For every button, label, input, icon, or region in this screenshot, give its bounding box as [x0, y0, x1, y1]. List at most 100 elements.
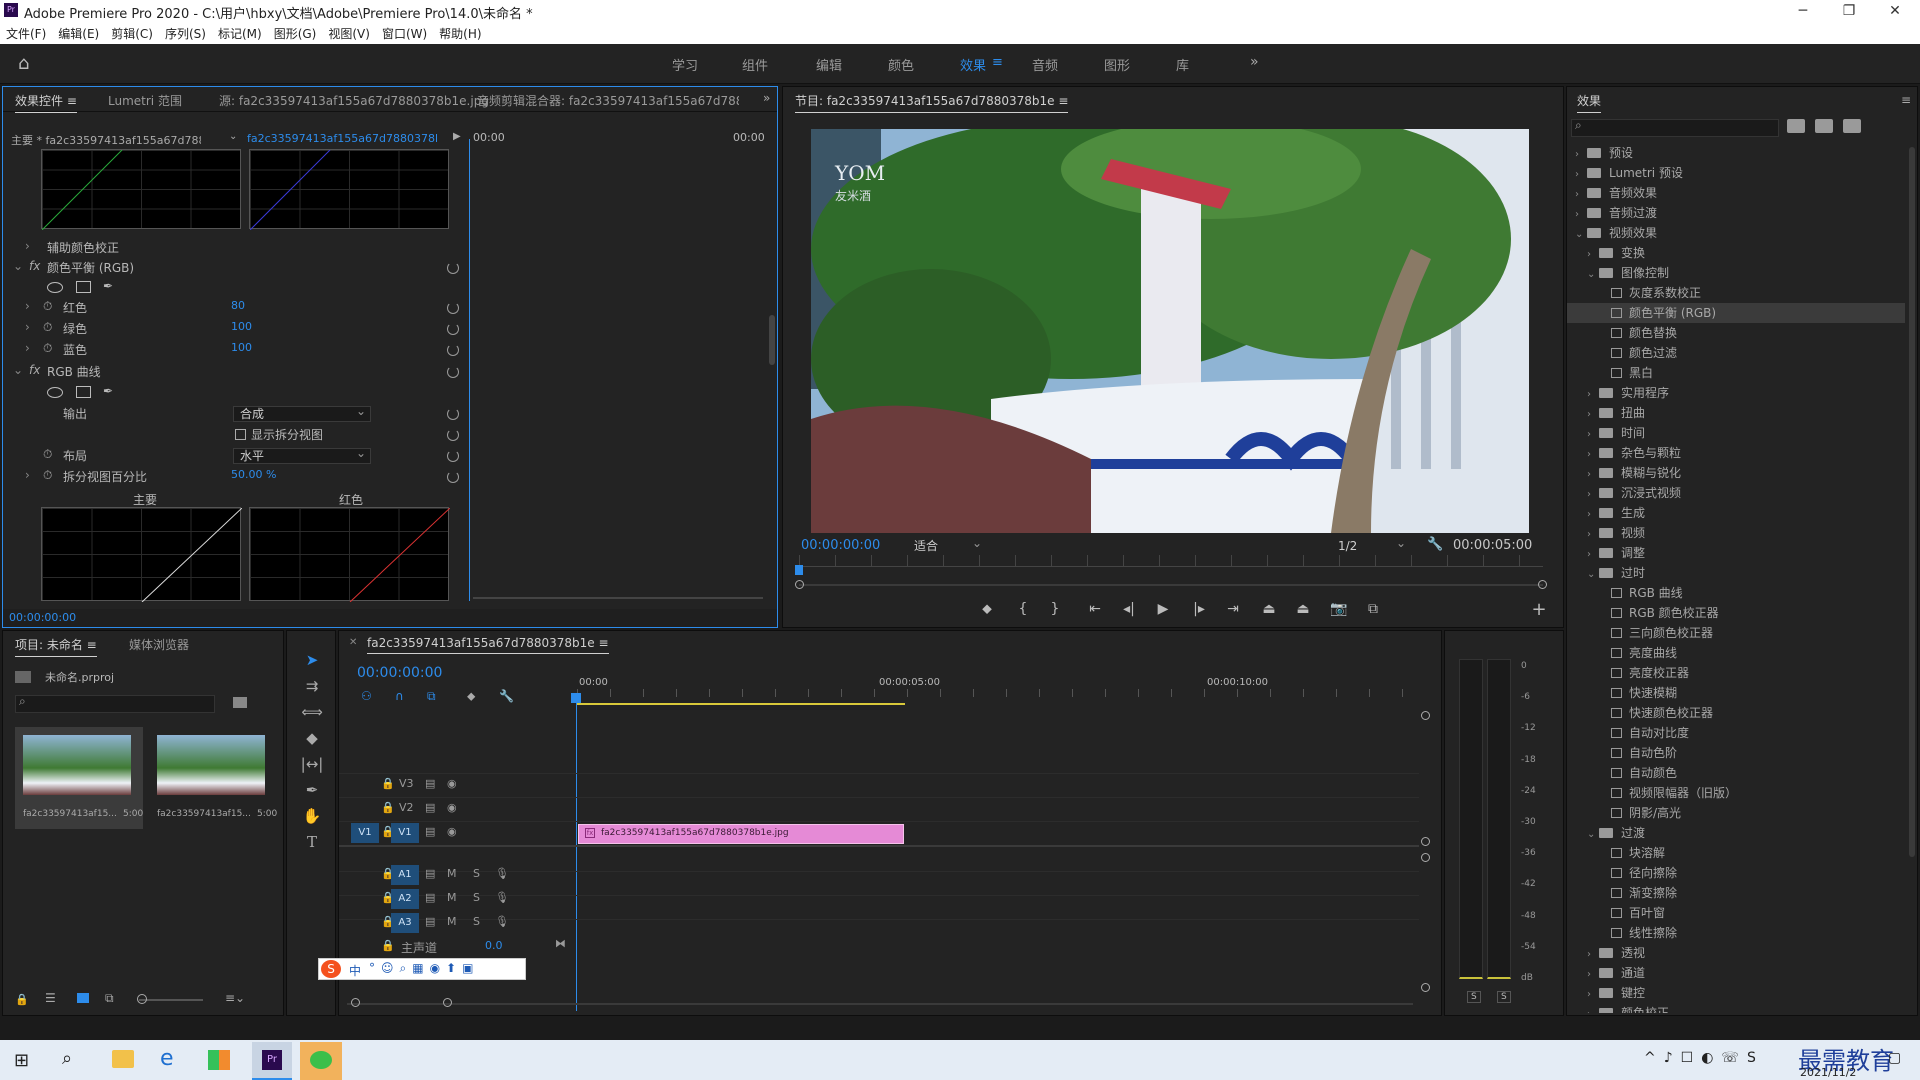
microphone-icon[interactable]: 🎙	[495, 915, 509, 928]
project-thumb-1[interactable]: fa2c33597413af15... 5:00	[15, 727, 143, 829]
windows-start-icon[interactable]: ⊞	[14, 1050, 29, 1071]
accelerated-effects-icon[interactable]	[1787, 119, 1805, 133]
microphone-icon[interactable]: 🎙	[495, 867, 509, 880]
fit-dropdown[interactable]: 适合	[907, 536, 987, 554]
effects-item[interactable]: 颜色替换	[1567, 323, 1905, 343]
linked-selection-icon[interactable]: ⧉	[427, 689, 436, 704]
effects-item[interactable]: 快速颜色校正器	[1567, 703, 1905, 723]
add-marker-icon[interactable]: ⬥	[467, 689, 475, 704]
mute-button[interactable]: M	[447, 915, 457, 928]
close-button[interactable]: ✕	[1872, 0, 1918, 22]
track-label[interactable]: V1	[391, 823, 419, 843]
effects-item[interactable]: 自动颜色	[1567, 763, 1905, 783]
vscroll-handle[interactable]	[1421, 711, 1430, 720]
reset-icon[interactable]	[447, 344, 459, 356]
wrench-icon[interactable]: 🔧	[1427, 537, 1443, 552]
master-clip-label[interactable]: 主要 * fa2c33597413af155a67d788037...	[11, 132, 201, 148]
ec-timecode[interactable]: 00:00:00:00	[9, 611, 76, 624]
search-icon[interactable]: ⌕	[62, 1048, 72, 1069]
icon-view-icon[interactable]	[77, 993, 89, 1003]
sync-lock-icon[interactable]: ▤	[425, 915, 435, 928]
vscroll-handle[interactable]	[1421, 837, 1430, 846]
notification-icon[interactable]: ▢	[1888, 1050, 1901, 1066]
go-to-edit-icon[interactable]: ⧓	[555, 937, 566, 950]
effects-folder[interactable]: › 音频效果	[1567, 183, 1905, 203]
program-title[interactable]: 节目: fa2c33597413af155a67d7880378b1e ≡	[795, 92, 1069, 113]
eye-icon[interactable]: ◉	[447, 777, 457, 790]
snap-icon[interactable]: ∩	[395, 689, 404, 703]
color-balance-effect[interactable]: ⌄ fx 颜色平衡 (RGB)	[3, 259, 473, 277]
effects-item[interactable]: RGB 曲线	[1567, 583, 1905, 603]
vscroll-handle[interactable]	[1421, 853, 1430, 862]
rgb-curves-effect[interactable]: ⌄ fx RGB 曲线	[3, 363, 473, 381]
track-select-tool-icon[interactable]: ⇉	[299, 677, 325, 699]
eye-icon[interactable]: ◉	[447, 825, 457, 838]
effects-item[interactable]: 黑白	[1567, 363, 1905, 383]
add-marker-icon[interactable]: ⬥	[975, 601, 999, 617]
extract-icon[interactable]: ⏏	[1291, 601, 1315, 617]
resolution-dropdown[interactable]: 1/2	[1331, 536, 1411, 554]
effects-item[interactable]: RGB 颜色校正器	[1567, 603, 1905, 623]
workspace-tab[interactable]: 音频	[1032, 55, 1058, 74]
effects-item[interactable]: 颜色过滤	[1567, 343, 1905, 363]
split-value[interactable]: 50.00 %	[231, 468, 276, 481]
source-patch-v1[interactable]: V1	[351, 823, 379, 843]
effects-item[interactable]: 自动色阶	[1567, 743, 1905, 763]
effects-folder[interactable]: › 时间	[1567, 423, 1905, 443]
sync-lock-icon[interactable]: ▤	[425, 891, 435, 904]
menu-item[interactable]: 视图(V)	[322, 22, 376, 45]
menu-item[interactable]: 窗口(W)	[376, 22, 433, 45]
ime-language[interactable]: 中	[349, 962, 361, 979]
effects-folder[interactable]: ⌄ 过渡	[1567, 823, 1905, 843]
effects-item[interactable]: 块溶解	[1567, 843, 1905, 863]
effects-folder[interactable]: › 音频过渡	[1567, 203, 1905, 223]
master-volume-value[interactable]: 0.0	[485, 939, 503, 952]
play-icon[interactable]: ▶	[1151, 601, 1175, 617]
effects-folder[interactable]: › 键控	[1567, 983, 1905, 1003]
rect-mask-icon[interactable]	[76, 386, 91, 398]
effects-folder[interactable]: ⌄ 图像控制	[1567, 263, 1905, 283]
zoom-handle-right[interactable]	[443, 998, 452, 1007]
project-thumb-2[interactable]: fa2c33597413af15... 5:00	[149, 727, 277, 829]
reset-icon[interactable]	[447, 429, 459, 441]
export-frame-icon[interactable]: 📷	[1327, 601, 1351, 617]
workspace-tab[interactable]: 学习	[672, 55, 698, 74]
effects-folder[interactable]: › 预设	[1567, 143, 1905, 163]
menu-item[interactable]: 文件(F)	[0, 22, 52, 45]
timeline-hscroll[interactable]	[347, 1003, 1413, 1005]
effects-search-input[interactable]	[1571, 119, 1779, 137]
effects-item[interactable]: 渐变擦除	[1567, 883, 1905, 903]
nest-icon[interactable]: ⚇	[361, 689, 372, 703]
workspace-tab[interactable]: 组件	[742, 55, 768, 74]
microphone-icon[interactable]: 🎙	[495, 891, 509, 904]
chevron-down-icon[interactable]: ⌄	[229, 131, 237, 142]
sync-lock-icon[interactable]: ▤	[425, 801, 435, 814]
effects-folder[interactable]: › 模糊与锐化	[1567, 463, 1905, 483]
edge-icon[interactable]: e	[160, 1046, 174, 1071]
list-view-icon[interactable]: ☰	[45, 991, 56, 1005]
lock-icon[interactable]: 🔒	[381, 801, 395, 814]
track-label[interactable]: V3	[399, 777, 414, 790]
solo-button[interactable]: S	[473, 867, 480, 880]
program-video[interactable]: YOM 友米酒	[811, 129, 1529, 533]
zoom-handle-left[interactable]	[795, 580, 804, 589]
home-icon[interactable]: ⌂	[18, 53, 29, 74]
timeline-timecode[interactable]: 00:00:00:00	[357, 665, 442, 681]
show-split-checkbox[interactable]	[235, 429, 246, 440]
solo-button[interactable]: S	[473, 915, 480, 928]
effects-folder[interactable]: ⌄ 过时	[1567, 563, 1905, 583]
effects-folder[interactable]: › 生成	[1567, 503, 1905, 523]
effects-item[interactable]: 颜色平衡 (RGB)	[1567, 303, 1905, 323]
reset-icon[interactable]	[447, 323, 459, 335]
zoom-slider[interactable]	[139, 999, 203, 1001]
effects-item[interactable]: 亮度校正器	[1567, 663, 1905, 683]
timeline-tab[interactable]: fa2c33597413af155a67d7880378b1e ≡	[367, 636, 609, 654]
blue-value[interactable]: 100	[231, 341, 252, 354]
reset-icon[interactable]	[447, 302, 459, 314]
pen-mask-icon[interactable]: ✒	[103, 384, 113, 398]
premiere-taskbar-icon[interactable]: Pr	[252, 1042, 292, 1080]
lock-icon[interactable]: 🔒	[15, 993, 29, 1006]
tab-media-browser[interactable]: 媒体浏览器	[129, 636, 189, 653]
effects-menu-icon[interactable]: ≡	[1901, 93, 1911, 107]
work-area-bar[interactable]	[577, 703, 905, 705]
